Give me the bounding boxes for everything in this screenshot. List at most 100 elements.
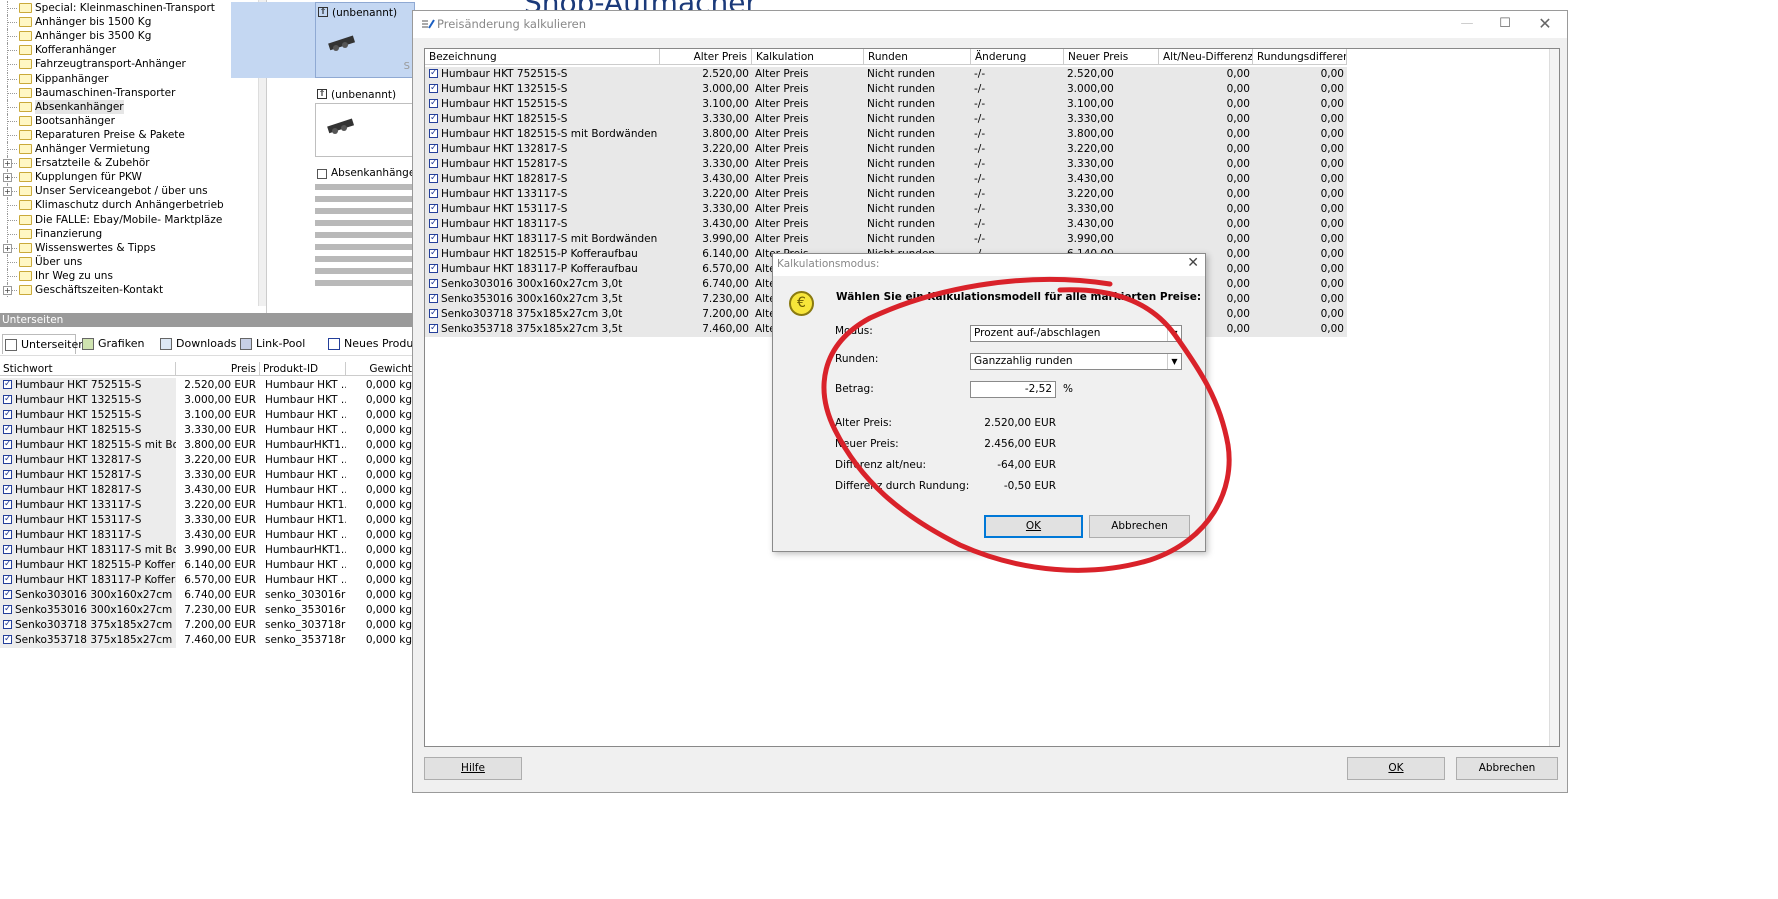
table-row[interactable]: Humbaur HKT 182515-S 3.330,00 EUR Humbaur … — [0, 423, 412, 438]
checkbox-icon[interactable] — [429, 127, 438, 141]
table-row[interactable]: Humbaur HKT 133117-S 3.220,00 Alter Preis N… — [425, 187, 1347, 202]
betrag-input[interactable]: -2,52 — [970, 381, 1056, 398]
tree-item[interactable]: Ihr Weg zu uns — [0, 268, 258, 283]
column-header-gewicht[interactable]: Gewicht — [346, 362, 416, 376]
tree-item[interactable]: Absenkanhänger — [0, 99, 258, 114]
tree-item[interactable]: Kippanhänger — [0, 71, 258, 86]
column-header-runden[interactable]: Runden — [864, 49, 971, 65]
tree-item[interactable]: Bootsanhänger — [0, 113, 258, 128]
checkbox-icon[interactable] — [429, 172, 438, 186]
table-row[interactable]: Humbaur HKT 132515-S 3.000,00 Alter Preis N… — [425, 82, 1347, 97]
table-row[interactable]: Humbaur HKT 132515-S 3.000,00 EUR Humbaur … — [0, 393, 412, 408]
tree-item[interactable]: + Geschäftszeiten-Kontakt — [0, 283, 258, 297]
table-row[interactable]: Humbaur HKT 183117-S 3.430,00 EUR Humbaur … — [0, 528, 412, 543]
table-row[interactable]: Humbaur HKT 132817-S 3.220,00 Alter Preis N… — [425, 142, 1347, 157]
table-row[interactable]: Humbaur HKT 153117-S 3.330,00 EUR Humbaur … — [0, 513, 412, 528]
checkbox-icon[interactable] — [429, 217, 438, 231]
table-row[interactable]: Humbaur HKT 183117-S mit Bordwänden 3.990… — [425, 232, 1347, 247]
tree-item[interactable]: Klimaschutz durch Anhängerbetrieb — [0, 198, 258, 213]
close-icon[interactable]: ✕ — [1535, 15, 1555, 33]
table-row[interactable]: Humbaur HKT 183117-S 3.430,00 Alter Preis N… — [425, 217, 1347, 232]
checkbox-icon[interactable] — [3, 408, 12, 422]
checkbox-icon[interactable] — [3, 603, 12, 617]
column-header-alter-preis[interactable]: Alter Preis — [660, 49, 752, 65]
column-header-aenderung[interactable]: Änderung — [971, 49, 1064, 65]
checkbox-icon[interactable] — [3, 633, 12, 647]
checkbox-icon[interactable] — [429, 307, 438, 321]
checkbox-icon[interactable] — [3, 468, 12, 482]
help-button[interactable]: Hilfe — [424, 757, 522, 780]
checkbox-icon[interactable] — [429, 292, 438, 306]
tree-item[interactable]: Reparaturen Preise & Pakete — [0, 127, 258, 142]
tree-item[interactable]: Anhänger bis 3500 Kg — [0, 29, 258, 44]
column-header-alt-neu-differenz[interactable]: Alt/Neu-Differenz — [1159, 49, 1253, 65]
modus-select[interactable]: Prozent auf-/abschlagen ▼ — [970, 325, 1182, 342]
checkbox-icon[interactable] — [429, 67, 438, 81]
column-header-stichwort[interactable]: Stichwort — [0, 362, 176, 376]
column-header-rundungsdifferenz[interactable]: Rundungsdifferenz — [1253, 49, 1347, 65]
table-row[interactable]: Humbaur HKT 182515-P Kofferauf... 6.140,0… — [0, 558, 412, 573]
checkbox-icon[interactable] — [429, 157, 438, 171]
table-row[interactable]: Humbaur HKT 182515-S 3.330,00 Alter Preis N… — [425, 112, 1347, 127]
table-row[interactable]: Humbaur HKT 752515-S 2.520,00 EUR Humbaur … — [0, 378, 412, 393]
table-row[interactable]: Humbaur HKT 133117-S 3.220,00 EUR Humbaur … — [0, 498, 412, 513]
kalkulation-ok-button[interactable]: OK — [984, 515, 1083, 538]
table-row[interactable]: Humbaur HKT 152817-S 3.330,00 Alter Preis N… — [425, 157, 1347, 172]
tree-item[interactable]: Anhänger bis 1500 Kg — [0, 15, 258, 30]
grid-scrollbar[interactable] — [1549, 49, 1559, 746]
checkbox-icon[interactable] — [3, 483, 12, 497]
checkbox-icon[interactable] — [3, 558, 12, 572]
tree-item[interactable]: + Unser Serviceangebot / über uns — [0, 184, 258, 199]
expand-icon[interactable]: + — [3, 159, 12, 169]
checkbox-icon[interactable] — [3, 543, 12, 557]
runden-select[interactable]: Ganzzahlig runden ▼ — [970, 353, 1182, 370]
tree-item[interactable]: + Wissenswertes & Tipps — [0, 240, 258, 255]
checkbox-icon[interactable] — [3, 393, 12, 407]
chevron-down-icon[interactable]: ▼ — [1167, 354, 1181, 369]
table-row[interactable]: Humbaur HKT 152817-S 3.330,00 EUR Humbaur … — [0, 468, 412, 483]
minimize-icon[interactable]: — — [1457, 15, 1477, 33]
table-row[interactable]: Humbaur HKT 152515-S 3.100,00 EUR Humbaur … — [0, 408, 412, 423]
checkbox-icon[interactable] — [429, 97, 438, 111]
table-row[interactable]: Humbaur HKT 182515-S mit Bordwänden 3.800… — [425, 127, 1347, 142]
column-header-bezeichnung[interactable]: Bezeichnung — [425, 49, 660, 65]
checkbox-icon[interactable] — [3, 513, 12, 527]
cancel-button[interactable]: Abbrechen — [1456, 757, 1558, 780]
checkbox-icon[interactable] — [3, 498, 12, 512]
table-row[interactable]: Humbaur HKT 182817-S 3.430,00 Alter Preis N… — [425, 172, 1347, 187]
tree-item[interactable]: Baumaschinen-Transporter — [0, 85, 258, 100]
tab-neues-produkt[interactable]: Neues Produkt — [326, 334, 424, 354]
expand-icon[interactable]: + — [3, 286, 12, 295]
tree-item[interactable]: Anhänger Vermietung — [0, 142, 258, 156]
tab-unterseiten[interactable]: Unterseiten — [2, 334, 85, 354]
checkbox-icon[interactable] — [429, 187, 438, 201]
column-header-produkt-id[interactable]: Produkt-ID — [260, 362, 346, 376]
table-row[interactable]: Senko303016 300x160x27cm 3,0t 6.740,00 EU… — [0, 588, 412, 603]
table-row[interactable]: Humbaur HKT 153117-S 3.330,00 Alter Preis N… — [425, 202, 1347, 217]
checkbox-icon[interactable] — [3, 618, 12, 632]
table-row[interactable]: Humbaur HKT 182817-S 3.430,00 EUR Humbaur … — [0, 483, 412, 498]
table-row[interactable]: Senko303718 375x185x27cm 3,0t 7.200,00 EU… — [0, 618, 412, 633]
checkbox-icon[interactable] — [3, 438, 12, 452]
tree-item[interactable]: Fahrzeugtransport-Anhänger — [0, 57, 258, 72]
chevron-down-icon[interactable]: ▼ — [1167, 326, 1181, 341]
tree-item[interactable]: Finanzierung — [0, 226, 258, 241]
column-header-preis[interactable]: Preis — [176, 362, 260, 376]
tree-item[interactable]: Die FALLE: Ebay/Mobile- Marktpläze — [0, 212, 258, 227]
checkbox-icon[interactable] — [429, 247, 438, 261]
checkbox-icon[interactable] — [429, 142, 438, 156]
checkbox-icon[interactable] — [429, 82, 438, 96]
checkbox-icon[interactable] — [429, 202, 438, 216]
table-row[interactable]: Humbaur HKT 183117-P Kofferauf... 6.570,0… — [0, 573, 412, 588]
table-row[interactable]: Humbaur HKT 183117-S mit Bordw... 3.990,0… — [0, 543, 412, 558]
checkbox-icon[interactable] — [429, 262, 438, 276]
table-row[interactable]: Humbaur HKT 152515-S 3.100,00 Alter Preis N… — [425, 97, 1347, 112]
table-row[interactable]: Humbaur HKT 182515-S mit Bordw... 3.800,0… — [0, 438, 412, 453]
tab-grafiken[interactable]: Grafiken — [80, 334, 144, 354]
tree-item[interactable]: + Kupplungen für PKW — [0, 170, 258, 185]
checkbox-icon[interactable] — [429, 277, 438, 291]
expand-icon[interactable]: + — [3, 243, 12, 253]
checkbox-icon[interactable] — [429, 322, 438, 336]
tree-item[interactable]: Über uns — [0, 254, 258, 269]
checkbox-icon[interactable] — [3, 573, 12, 587]
